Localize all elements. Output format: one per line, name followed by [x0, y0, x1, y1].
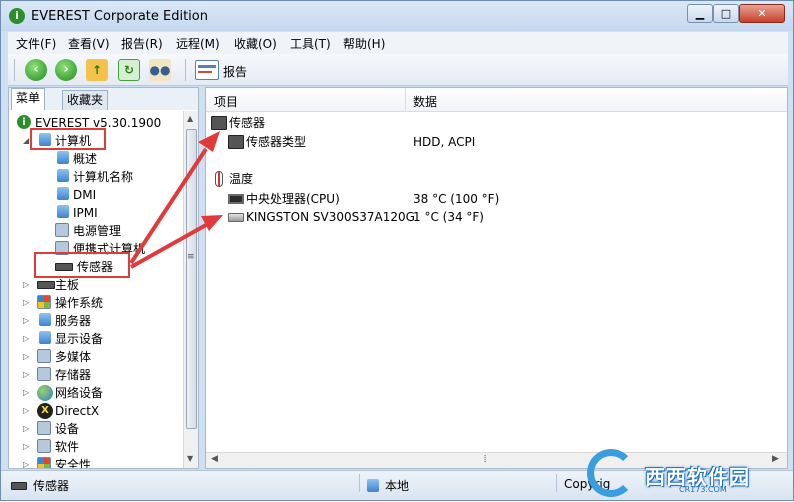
watermark-subtext: CR173.COM [679, 485, 727, 494]
app-window: i EVEREST Corporate Edition ▁ □ ✕ 文件(F) … [0, 0, 794, 501]
site-watermark: C 西西软件园 CR173.COM [587, 449, 793, 499]
watermark-logo-icon: C [587, 449, 635, 497]
annotation-arrows [129, 131, 223, 269]
